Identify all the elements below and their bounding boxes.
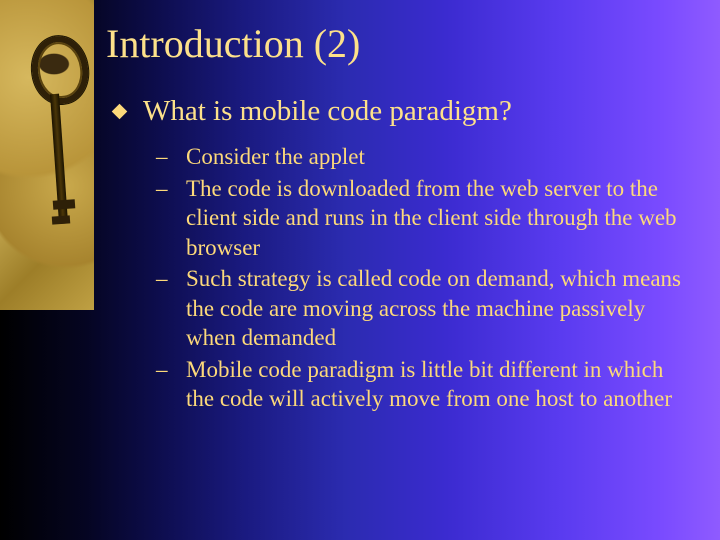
list-item: – The code is downloaded from the web se… (156, 174, 692, 262)
side-key-image (0, 0, 94, 310)
list-item: – Such strategy is called code on demand… (156, 264, 692, 352)
key-ring-icon (28, 32, 93, 107)
list-item: – Consider the applet (156, 142, 692, 172)
slide-title: Introduction (2) (106, 20, 692, 67)
content-area: Introduction (2) What is mobile code par… (106, 20, 692, 415)
key-bit-icon (52, 215, 71, 224)
sub-item-text: Mobile code paradigm is little bit diffe… (186, 355, 692, 414)
sub-item-text: The code is downloaded from the web serv… (186, 174, 692, 262)
dash-bullet-icon: – (156, 264, 186, 294)
slide: Introduction (2) What is mobile code par… (0, 0, 720, 540)
list-item: – Mobile code paradigm is little bit dif… (156, 355, 692, 414)
main-bullet-text: What is mobile code paradigm? (143, 95, 512, 128)
dash-bullet-icon: – (156, 174, 186, 204)
main-bullet: What is mobile code paradigm? (114, 95, 692, 128)
dash-bullet-icon: – (156, 355, 186, 385)
sub-list: – Consider the applet – The code is down… (156, 142, 692, 413)
dash-bullet-icon: – (156, 142, 186, 172)
sub-item-text: Such strategy is called code on demand, … (186, 264, 692, 352)
sub-item-text: Consider the applet (186, 142, 365, 171)
diamond-bullet-icon (112, 104, 128, 120)
key-bit-icon (53, 199, 76, 210)
